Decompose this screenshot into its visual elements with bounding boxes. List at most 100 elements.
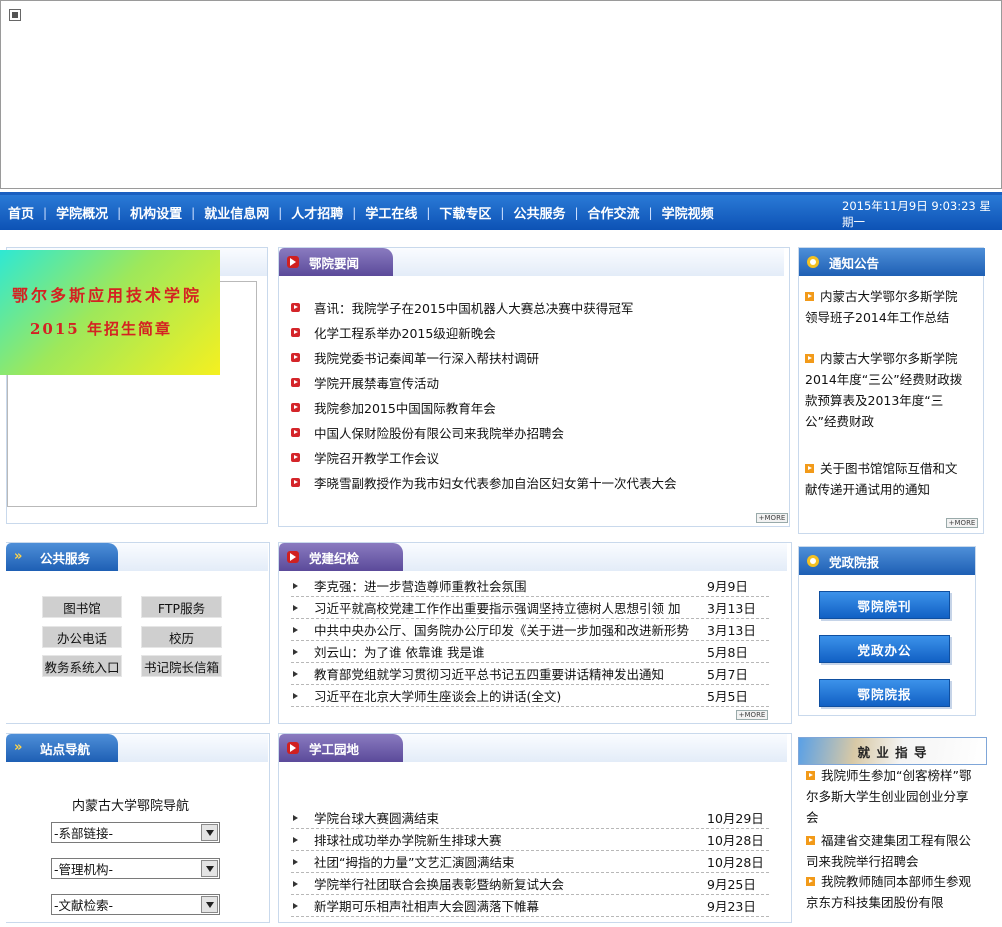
library-button[interactable]: 图书馆 xyxy=(42,596,122,618)
party-office-button[interactable]: 党政办公 xyxy=(819,635,950,663)
bullet-icon xyxy=(291,378,300,387)
ftp-button[interactable]: FTP服务 xyxy=(141,596,222,618)
news-item[interactable]: 我院参加2015中国国际教育年会 xyxy=(291,398,496,417)
nav-item-employment[interactable]: 就业信息网 xyxy=(204,203,269,222)
nav-separator: | xyxy=(278,205,283,220)
row-date: 9月23日 xyxy=(707,899,756,914)
site-nav-heading: 内蒙古大学鄂院导航 xyxy=(72,799,190,814)
student-row[interactable]: 新学期可乐相声社相声大会圆满落下帷幕 9月23日 xyxy=(291,895,769,917)
arrow-icon xyxy=(806,836,815,845)
row-date: 5月5日 xyxy=(707,689,748,704)
office-phone-button[interactable]: 办公电话 xyxy=(42,626,122,648)
nav-item-student-affairs[interactable]: 学工在线 xyxy=(365,203,417,222)
arrow-icon xyxy=(805,464,814,473)
site-nav-title: 站点导航 xyxy=(40,741,91,757)
news-item[interactable]: 学院召开教学工作会议 xyxy=(291,448,439,467)
notice-panel: 通知公告 内蒙古大学鄂尔多斯学院领导班子2014年工作总结 内蒙古大学鄂尔多斯学… xyxy=(798,247,985,534)
arrow-icon xyxy=(806,877,815,886)
academic-system-button[interactable]: 教务系统入口 xyxy=(42,655,122,677)
party-title: 党建纪检 xyxy=(309,550,360,566)
student-tab[interactable]: 学工园地 xyxy=(279,734,403,762)
notice-item[interactable]: 关于图书馆馆际互借和文献传递开通试用的通知 xyxy=(805,458,967,500)
gear-icon xyxy=(807,256,819,268)
calendar-button[interactable]: 校历 xyxy=(141,626,222,648)
party-row[interactable]: 习近平就高校党建工作作出重要指示强调坚持立德树人思想引领 加 3月13日 xyxy=(291,597,769,619)
arrow-box-icon xyxy=(287,256,299,268)
nav-item-departments[interactable]: 机构设置 xyxy=(130,203,182,222)
arrow-icon xyxy=(806,771,815,780)
jobs-tab[interactable]: 就 业 指 导 xyxy=(798,737,987,765)
party-tab[interactable]: 党建纪检 xyxy=(279,543,403,571)
notice-tab[interactable]: 通知公告 xyxy=(799,248,985,276)
news-item[interactable]: 化学工程系举办2015级迎新晚会 xyxy=(291,323,496,342)
journal-button[interactable]: 鄂院院刊 xyxy=(819,591,950,619)
notice-item[interactable]: 内蒙古大学鄂尔多斯学院2014年度“三公”经费财政拨款预算表及2013年度“三公… xyxy=(805,348,967,432)
jobs-panel: 就 业 指 导 我院师生参加“创客榜样”鄂尔多斯大学生创业园创业分享会 福建省交… xyxy=(798,737,988,927)
news-item[interactable]: 中国人保财险股份有限公司来我院举办招聘会 xyxy=(291,423,564,442)
nav-item-public-service[interactable]: 公共服务 xyxy=(513,203,565,222)
notice-item[interactable]: 内蒙古大学鄂尔多斯学院领导班子2014年工作总结 xyxy=(805,286,967,328)
party-row[interactable]: 中共中央办公厅、国务院办公厅印发《关于进一步加强和改进新形势 3月13日 xyxy=(291,619,769,641)
party-row[interactable]: 李克强：进一步营造尊师重教社会氛围 9月9日 xyxy=(291,575,769,597)
news-item[interactable]: 李晓雪副教授作为我市妇女代表参加自治区妇女第十一次代表大会 xyxy=(291,473,677,492)
student-row[interactable]: 排球社成功举办学院新生排球大赛 10月28日 xyxy=(291,829,769,851)
nav-separator: | xyxy=(117,205,122,220)
arrow-box-icon xyxy=(287,742,299,754)
news-more-button[interactable]: +MORE xyxy=(756,513,788,523)
jobs-item[interactable]: 我院师生参加“创客榜样”鄂尔多斯大学生创业园创业分享会 xyxy=(806,765,974,828)
gov-news-tab[interactable]: 党政院报 xyxy=(799,547,975,575)
notice-item-text: 关于图书馆馆际互借和文献传递开通试用的通知 xyxy=(805,461,958,497)
party-row[interactable]: 习近平在北京大学师生座谈会上的讲话(全文) 5月5日 xyxy=(291,685,769,707)
literature-search-select[interactable]: -文献检索- xyxy=(51,894,220,915)
row-title: 中共中央办公厅、国务院办公厅印发《关于进一步加强和改进新形势 xyxy=(314,623,690,638)
datetime-display: 2015年11月9日 9:03:23 星期一 xyxy=(842,199,991,229)
bullet-icon xyxy=(291,428,300,437)
nav-item-recruitment[interactable]: 人才招聘 xyxy=(291,203,343,222)
nav-separator: | xyxy=(43,205,48,220)
triangle-icon xyxy=(293,582,298,589)
row-date: 10月28日 xyxy=(707,833,764,848)
jobs-item[interactable]: 我院教师随同本部师生参观京东方科技集团股份有限 xyxy=(806,871,974,913)
chevron-down-icon xyxy=(201,896,218,913)
news-item[interactable]: 学院开展禁毒宣传活动 xyxy=(291,373,439,392)
management-select[interactable]: -管理机构- xyxy=(51,858,220,879)
notice-item-text: 内蒙古大学鄂尔多斯学院领导班子2014年工作总结 xyxy=(805,289,958,325)
row-title: 学院举行社团联合会换届表彰暨纳新复试大会 xyxy=(314,877,565,892)
public-service-tab[interactable]: » 公共服务 xyxy=(6,543,118,571)
triangle-icon xyxy=(293,814,298,821)
news-item[interactable]: 喜讯：我院学子在2015中国机器人大赛总决赛中获得冠军 xyxy=(291,298,633,317)
party-row[interactable]: 教育部党组就学习贯彻习近平总书记五四重要讲话精神发出通知 5月7日 xyxy=(291,663,769,685)
nav-item-downloads[interactable]: 下载专区 xyxy=(439,203,491,222)
row-title: 李克强：进一步营造尊师重教社会氛围 xyxy=(314,579,527,594)
college-paper-button[interactable]: 鄂院院报 xyxy=(819,679,950,707)
bullet-icon xyxy=(291,478,300,487)
department-links-select[interactable]: -系部链接- xyxy=(51,822,220,843)
notice-more-button[interactable]: +MORE xyxy=(946,518,978,528)
student-row[interactable]: 学院举行社团联合会换届表彰暨纳新复试大会 9月25日 xyxy=(291,873,769,895)
party-panel: 党建纪检 李克强：进一步营造尊师重教社会氛围 9月9日 习近平就高校党建工作作出重… xyxy=(278,542,792,724)
nav-item-videos[interactable]: 学院视频 xyxy=(662,203,714,222)
president-mailbox-button[interactable]: 书记院长信箱 xyxy=(141,655,222,677)
student-row[interactable]: 学院台球大赛圆满结束 10月29日 xyxy=(291,807,769,829)
promo-title: 鄂尔多斯应用技术学院 xyxy=(12,286,203,305)
news-tab[interactable]: 鄂院要闻 xyxy=(279,248,393,276)
row-title: 学院台球大赛圆满结束 xyxy=(314,811,440,826)
student-row[interactable]: 社团“拇指的力量”文艺汇演圆满结束 10月28日 xyxy=(291,851,769,873)
site-nav-tab[interactable]: » 站点导航 xyxy=(6,734,118,762)
arrow-icon xyxy=(805,354,814,363)
party-row[interactable]: 刘云山：为了谁 依靠谁 我是谁 5月8日 xyxy=(291,641,769,663)
jobs-item[interactable]: 福建省交建集团工程有限公司来我院举行招聘会 xyxy=(806,830,974,872)
promo-image[interactable]: 鄂尔多斯应用技术学院 2015 年招生简章 xyxy=(0,250,220,375)
nav-item-cooperation[interactable]: 合作交流 xyxy=(588,203,640,222)
more-label: MORE xyxy=(744,711,766,719)
nav-item-home[interactable]: 首页 xyxy=(8,203,34,222)
triangle-icon xyxy=(293,902,298,909)
party-more-button[interactable]: +MORE xyxy=(736,710,768,720)
row-title: 刘云山：为了谁 依靠谁 我是谁 xyxy=(314,645,485,660)
select-value: -文献检索- xyxy=(54,898,114,913)
news-item[interactable]: 我院党委书记秦闻革一行深入帮扶村调研 xyxy=(291,348,539,367)
bullet-icon xyxy=(291,453,300,462)
row-title: 习近平在北京大学师生座谈会上的讲话(全文) xyxy=(314,689,562,704)
nav-item-overview[interactable]: 学院概况 xyxy=(56,203,108,222)
news-item-text: 我院参加2015中国国际教育年会 xyxy=(314,401,496,416)
